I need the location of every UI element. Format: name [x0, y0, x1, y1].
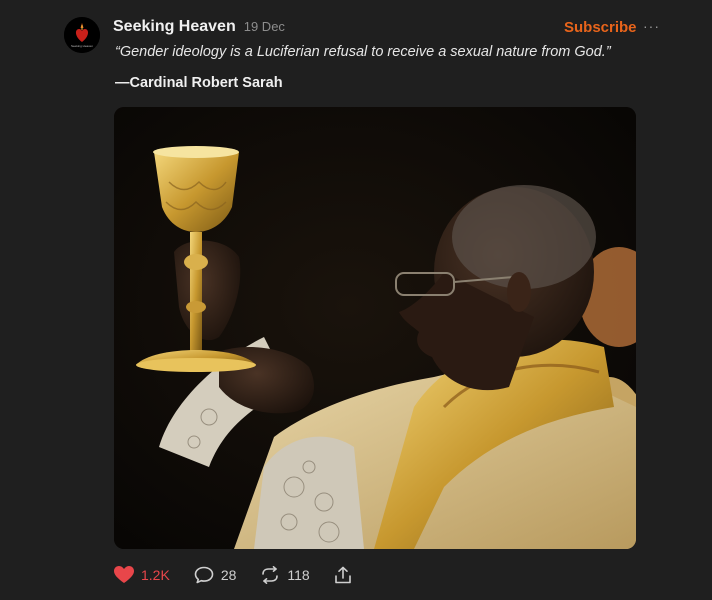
like-button[interactable]: 1.2K [114, 566, 170, 584]
sacred-heart-icon: Seeking Heaven [64, 17, 100, 53]
restack-count: 118 [287, 567, 310, 583]
restack-button[interactable]: 118 [260, 566, 310, 584]
post-date: 19 Dec [243, 19, 285, 34]
post-card: Seeking Heaven Seeking Heaven 19 Dec Sub… [0, 0, 712, 600]
more-options-button[interactable]: ··· [643, 18, 660, 34]
restack-icon [262, 566, 279, 584]
cardinal-chalice-photo [114, 107, 636, 549]
author-name[interactable]: Seeking Heaven [113, 18, 236, 36]
heart-icon [114, 566, 134, 583]
share-icon [334, 566, 351, 584]
comment-button[interactable]: 28 [194, 566, 237, 584]
avatar-caption: Seeking Heaven [71, 44, 93, 48]
post-actions: 1.2K 28 118 [114, 562, 376, 588]
post-image[interactable] [114, 107, 636, 549]
comment-icon [194, 566, 214, 584]
post-quote: “Gender ideology is a Luciferian refusal… [115, 44, 611, 60]
quote-attribution: —Cardinal Robert Sarah [115, 75, 283, 91]
subscribe-button[interactable]: Subscribe [564, 19, 637, 36]
author-avatar[interactable]: Seeking Heaven [64, 17, 100, 53]
like-count: 1.2K [141, 567, 170, 583]
share-button[interactable] [334, 566, 352, 584]
comment-count: 28 [220, 567, 237, 583]
